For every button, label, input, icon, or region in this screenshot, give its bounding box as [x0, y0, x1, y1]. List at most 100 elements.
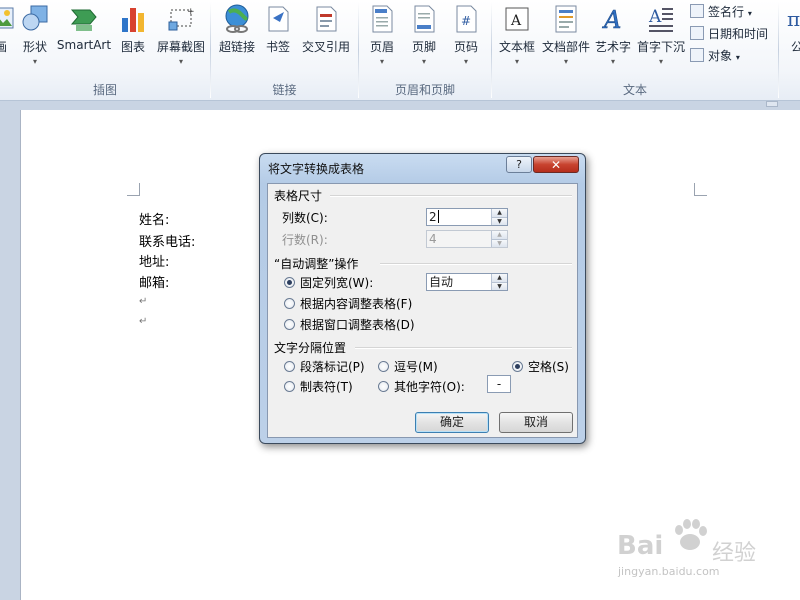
textbox-button[interactable]: A 文本框 ▾	[496, 4, 538, 67]
footer-button[interactable]: 页脚 ▾	[408, 4, 440, 67]
section-autofit: “自动调整”操作	[274, 257, 359, 271]
picture-icon	[0, 7, 14, 29]
doc-line-name[interactable]: 姓名:	[139, 209, 169, 228]
screenshot-button[interactable]: + 屏幕截图 ▾	[154, 4, 208, 67]
smartart-button[interactable]: SmartArt	[56, 4, 112, 52]
fixed-width-spin-buttons[interactable]: ▲ ▼	[491, 274, 507, 290]
picture-button[interactable]: 画	[0, 4, 16, 55]
chevron-down-icon: ▾	[747, 9, 752, 18]
paragraph-mark-icon: ↵	[139, 296, 148, 307]
wordart-button[interactable]: A 艺术字 ▾	[593, 4, 633, 67]
columns-spinner[interactable]: 2 ▲ ▼	[426, 208, 508, 226]
svg-text:A: A	[510, 13, 522, 29]
section-divider	[330, 195, 572, 197]
cross-reference-icon	[316, 6, 337, 32]
object-button[interactable]: 对象 ▾	[690, 47, 740, 64]
fixed-width-label[interactable]: 固定列宽(W):	[300, 274, 373, 291]
fixed-width-radio[interactable]	[284, 277, 295, 288]
fit-content-radio[interactable]	[284, 298, 295, 309]
group-label-header-footer: 页眉和页脚	[394, 83, 455, 97]
screenshot-icon: +	[168, 7, 195, 31]
document-parts-button[interactable]: 文档部件 ▾	[540, 4, 592, 67]
convert-text-to-table-dialog: 将文字转换成表格 ? ✕ 表格尺寸 列数(C): 2 ▲ ▼ 行数(R): 4 ▲…	[259, 153, 586, 444]
separator-paragraph-radio[interactable]	[284, 361, 295, 372]
doc-line-phone[interactable]: 联系电话:	[139, 231, 195, 250]
hyperlink-icon	[225, 4, 249, 33]
svg-text:+: +	[187, 7, 195, 17]
close-button[interactable]: ✕	[533, 156, 579, 173]
rows-spinner: 4 ▲ ▼	[426, 230, 508, 248]
cancel-button[interactable]: 取消	[499, 412, 573, 433]
baidu-watermark: Bai 经验 jingyan.baidu.com	[612, 515, 762, 585]
chevron-down-icon: ▾	[563, 57, 568, 66]
separator-other-input[interactable]: -	[487, 375, 511, 393]
chart-button[interactable]: 图表	[117, 4, 149, 55]
bookmark-button[interactable]: 书签	[263, 4, 293, 55]
chevron-down-icon: ▾	[379, 57, 384, 66]
header-button[interactable]: 页眉 ▾	[366, 4, 398, 67]
dropcap-button[interactable]: A 首字下沉 ▾	[636, 4, 686, 67]
chevron-down-icon: ▾	[658, 57, 663, 66]
group-label-links: 链接	[272, 83, 297, 97]
page-number-button[interactable]: # 页码 ▾	[450, 4, 482, 67]
date-time-button[interactable]: 日期和时间	[690, 25, 768, 42]
text-caret	[437, 210, 439, 223]
columns-label: 列数(C):	[282, 211, 328, 225]
doc-line-email[interactable]: 邮箱:	[139, 272, 169, 291]
textbox-icon: A	[505, 7, 529, 31]
chevron-down-icon: ▾	[421, 57, 426, 66]
wordart-icon: A	[602, 6, 622, 34]
separator-other-label[interactable]: 其他字符(O):	[394, 378, 465, 395]
ok-button[interactable]: 确定	[415, 412, 489, 433]
spin-up-icon[interactable]: ▲	[492, 274, 507, 282]
spin-down-icon: ▼	[492, 239, 507, 247]
separator-space-radio[interactable]	[512, 361, 523, 372]
fixed-width-spinner[interactable]: 自动 ▲ ▼	[426, 273, 508, 291]
separator-paragraph-label[interactable]: 段落标记(P)	[300, 358, 365, 375]
separator-comma-radio[interactable]	[378, 361, 389, 372]
fit-window-label[interactable]: 根据窗口调整表格(D)	[300, 316, 415, 333]
group-separator	[778, 2, 779, 98]
svg-text:A: A	[602, 6, 621, 34]
signature-line-button[interactable]: 签名行 ▾	[690, 3, 752, 20]
separator-space-label[interactable]: 空格(S)	[528, 358, 569, 375]
equation-icon: π	[787, 7, 800, 31]
paw-icon	[675, 519, 707, 550]
help-button[interactable]: ?	[506, 156, 532, 173]
doc-line-address[interactable]: 地址:	[139, 251, 169, 270]
chevron-down-icon: ▾	[463, 57, 468, 66]
fit-window-radio[interactable]	[284, 319, 295, 330]
chevron-down-icon: ▾	[514, 57, 519, 66]
svg-text:#: #	[461, 14, 471, 28]
dialog-launcher-icon[interactable]	[766, 101, 778, 107]
chevron-down-icon: ▾	[610, 57, 615, 66]
ribbon: 画 形状 ▾ SmartArt 图表 + 屏幕截图 ▾ 超链接 书签 交叉引用 …	[0, 0, 800, 107]
separator-other-radio[interactable]	[378, 381, 389, 392]
separator-tab-radio[interactable]	[284, 381, 295, 392]
rows-label: 行数(R):	[282, 233, 328, 247]
section-divider	[380, 263, 572, 265]
cross-reference-button[interactable]: 交叉引用	[299, 4, 353, 55]
section-separator: 文字分隔位置	[274, 341, 347, 355]
smartart-icon	[70, 9, 97, 31]
hyperlink-button[interactable]: 超链接	[215, 4, 259, 55]
svg-text:π: π	[787, 7, 800, 31]
fit-content-label[interactable]: 根据内容调整表格(F)	[300, 295, 412, 312]
chevron-down-icon: ▾	[178, 57, 183, 66]
crop-mark	[694, 183, 707, 196]
fixed-width-value: 自动	[429, 275, 454, 289]
group-label-text: 文本	[622, 83, 647, 97]
spin-down-icon[interactable]: ▼	[492, 217, 507, 225]
spin-down-icon[interactable]: ▼	[492, 282, 507, 290]
columns-spin-buttons[interactable]: ▲ ▼	[491, 209, 507, 225]
shape-button[interactable]: 形状 ▾	[20, 4, 50, 67]
separator-comma-label[interactable]: 逗号(M)	[394, 358, 438, 375]
crop-mark	[127, 183, 140, 196]
section-table-size: 表格尺寸	[274, 189, 323, 203]
header-icon	[372, 5, 393, 33]
watermark-url: jingyan.baidu.com	[618, 565, 720, 578]
equation-button[interactable]: π 公	[782, 4, 800, 55]
separator-tab-label[interactable]: 制表符(T)	[300, 378, 353, 395]
dropcap-icon: A	[648, 7, 673, 32]
spin-up-icon[interactable]: ▲	[492, 209, 507, 217]
